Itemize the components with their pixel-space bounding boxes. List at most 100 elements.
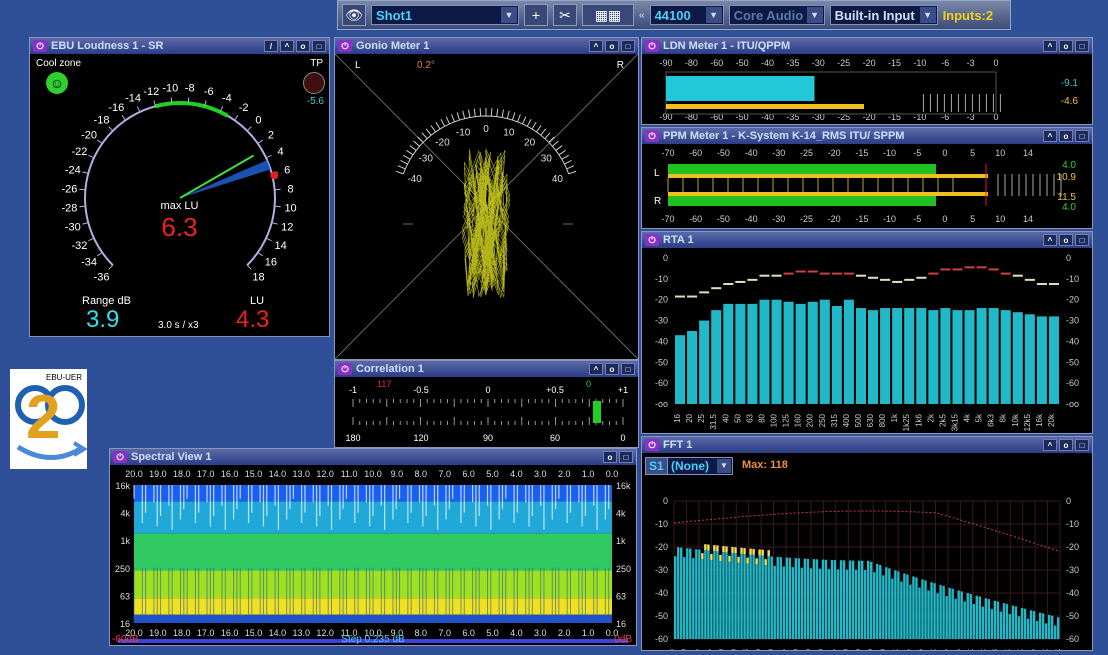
fft-bar: [774, 566, 776, 639]
gauge-tick: [137, 106, 140, 111]
eye-icon[interactable]: o: [605, 363, 619, 375]
ebu-logo: 2 EBU-UER: [10, 369, 87, 469]
fft-bar: [801, 568, 803, 639]
power-icon[interactable]: ⏻: [645, 40, 659, 52]
fft-peak-fill: [737, 557, 739, 563]
collapse-icon[interactable]: ^: [589, 363, 603, 375]
fft-bar: [719, 561, 721, 639]
gauge-tick-label: 6: [284, 164, 290, 176]
window-titlebar[interactable]: ⏻Gonio Meter 1^o□: [335, 38, 638, 54]
ppm-meter: -70-70-60-60-50-50-40-40-30-30-25-25-20-…: [642, 144, 1092, 228]
max-lu-value: 6.3: [30, 212, 329, 243]
pen-icon[interactable]: /: [264, 40, 278, 52]
power-icon[interactable]: ⏻: [645, 234, 659, 246]
spectral-time-label: 14.0: [269, 469, 287, 479]
eye-icon[interactable]: o: [1059, 40, 1073, 52]
preset-select[interactable]: Shot1▼: [371, 5, 519, 25]
slot-button[interactable]: S1: [645, 457, 668, 475]
fft-y-label: -30: [1066, 565, 1079, 575]
eye-icon[interactable]: o: [1059, 439, 1073, 451]
spectral-band: [134, 533, 612, 570]
fft-bar: [954, 599, 956, 639]
window-titlebar[interactable]: ⏻PPM Meter 1 - K-System K-14_RMS ITU/ SP…: [642, 128, 1092, 144]
maximize-icon[interactable]: □: [621, 363, 635, 375]
eye-icon[interactable]: o: [296, 40, 310, 52]
lu-value: 4.3: [236, 306, 269, 334]
collapse-icon[interactable]: ^: [1043, 439, 1057, 451]
power-icon[interactable]: ⏻: [338, 40, 352, 52]
power-icon[interactable]: ⏻: [113, 451, 127, 463]
rta-y-label: -20: [655, 295, 668, 305]
maximize-icon[interactable]: □: [619, 451, 633, 463]
layout-icon[interactable]: ▦▦: [582, 4, 634, 26]
maximize-icon[interactable]: □: [312, 40, 326, 52]
window-titlebar[interactable]: ⏻LDN Meter 1 - ITU/QPPM^o□: [642, 38, 1092, 54]
window-titlebar[interactable]: ⏻Spectral View 1o□: [110, 449, 636, 465]
window-titlebar[interactable]: ⏻RTA 1^o□: [642, 232, 1092, 248]
spectral-time-label: 19.0: [149, 469, 167, 479]
source-select[interactable]: (None)▼: [667, 457, 733, 475]
power-icon[interactable]: ⏻: [645, 130, 659, 142]
gonio-tick: [532, 122, 536, 129]
fft-bar: [909, 585, 911, 639]
window-titlebar[interactable]: ⏻EBU Loudness 1 - SR/^o□: [30, 38, 329, 54]
eye-icon[interactable]: o: [1059, 130, 1073, 142]
eye-icon[interactable]: o: [1059, 234, 1073, 246]
maximize-icon[interactable]: □: [1075, 130, 1089, 142]
rta-bar: [711, 310, 721, 404]
eye-icon[interactable]: 👁: [342, 4, 366, 26]
rta-band-label: 500: [854, 413, 863, 427]
rta-band-label: 100: [770, 413, 779, 427]
chevron-left-icon[interactable]: «: [639, 10, 645, 21]
fft-bar: [948, 588, 950, 639]
fft-y-label: 0: [1066, 496, 1071, 506]
eye-icon[interactable]: o: [605, 40, 619, 52]
fft-bar: [1051, 616, 1053, 639]
spectral-freq-label: 4k: [616, 509, 626, 519]
tools-icon[interactable]: ✂: [553, 4, 577, 26]
gauge-tick-label: -10: [162, 82, 178, 94]
collapse-icon[interactable]: ^: [280, 40, 294, 52]
eye-icon[interactable]: o: [603, 451, 617, 463]
rta-bar: [832, 306, 842, 404]
ppm-scale-label: 10: [995, 148, 1005, 158]
gonio-scale-label: 30: [541, 154, 553, 165]
fft-chart: 00-10-10-20-20-30-30-40-40-50-50-60-6016…: [642, 453, 1092, 650]
collapse-icon[interactable]: ^: [1043, 40, 1057, 52]
collapse-icon[interactable]: ^: [1043, 130, 1057, 142]
window-titlebar[interactable]: ⏻Correlation 1^o□: [335, 361, 638, 377]
fft-bar: [979, 597, 981, 639]
rta-band-label: 1k25: [902, 413, 911, 431]
collapse-icon[interactable]: ^: [1043, 234, 1057, 246]
sample-rate-select[interactable]: 44100▼: [650, 5, 724, 25]
spectral-freq-label: 16: [120, 619, 130, 629]
power-icon[interactable]: ⏻: [338, 363, 352, 375]
ldn-level-bar: [666, 76, 815, 101]
window-title: FFT 1: [663, 439, 1041, 451]
collapse-icon[interactable]: ^: [589, 40, 603, 52]
spectral-freq-label: 250: [616, 564, 631, 574]
maximize-icon[interactable]: □: [1075, 234, 1089, 246]
rta-bar: [868, 310, 878, 404]
power-icon[interactable]: ⏻: [33, 40, 47, 52]
fft-bar: [1018, 616, 1020, 639]
rta-bar: [1013, 312, 1023, 404]
window-titlebar[interactable]: ⏻ FFT 1^o□: [642, 437, 1092, 453]
rta-bar: [759, 300, 769, 404]
fft-bar: [728, 562, 730, 639]
power-icon[interactable]: ⏻: [645, 439, 659, 451]
fft-bar: [677, 547, 679, 639]
fft-window: ⏻FFT 1^o□ 00-10-10-20-20-30-30-40-40-50-…: [641, 436, 1093, 651]
input-select[interactable]: Built-in Input▼: [830, 5, 938, 25]
fft-peak-fill: [761, 550, 763, 556]
ppm-value-1: 4.0: [1062, 160, 1076, 171]
add-icon[interactable]: +: [524, 4, 548, 26]
rta-band-label: 20: [685, 413, 694, 422]
gonio-tick: [556, 146, 562, 151]
maximize-icon[interactable]: □: [1075, 439, 1089, 451]
maximize-icon[interactable]: □: [621, 40, 635, 52]
driver-select[interactable]: Core Audio▼: [729, 5, 825, 25]
fft-bar: [837, 569, 839, 639]
maximize-icon[interactable]: □: [1075, 40, 1089, 52]
correlation-indicator: [593, 401, 601, 423]
